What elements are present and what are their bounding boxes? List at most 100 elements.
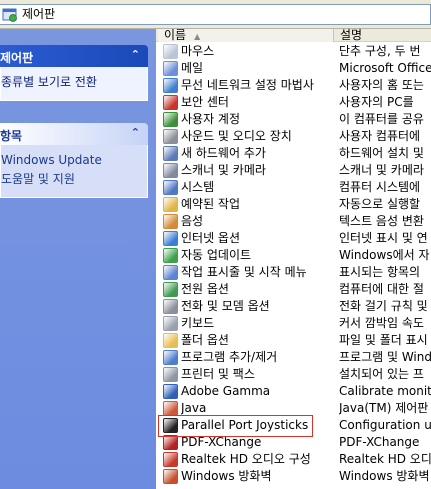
see-also-section-header[interactable]: 항목 ⌃ bbox=[0, 123, 148, 145]
mouse-icon bbox=[163, 44, 178, 59]
item-description: 이 컴퓨터를 공유 bbox=[339, 112, 424, 126]
folder-options-icon bbox=[163, 333, 178, 348]
wireless-network-icon bbox=[163, 78, 178, 93]
automatic-updates-icon bbox=[163, 248, 178, 263]
list-item[interactable]: PDF-XChange PDF-XChange bbox=[156, 434, 431, 451]
section-title: 제어판 bbox=[0, 51, 34, 65]
item-name: 폴더 옵션 bbox=[181, 333, 229, 347]
list-item[interactable]: 예약된 작업 자동으로 실행할 bbox=[156, 196, 431, 213]
list-item[interactable]: Realtek HD 오디오 구성 Realtek HD 오디 bbox=[156, 451, 431, 468]
list-item[interactable]: 스캐너 및 카메라 스캐너 및 카메라 bbox=[156, 162, 431, 179]
item-description: Calibrate monito bbox=[339, 384, 431, 398]
item-description: 사용자의 홈 또는 bbox=[339, 78, 424, 92]
item-name: Adobe Gamma bbox=[181, 384, 271, 398]
see-also-section-body: Windows Update 도움말 및 지원 bbox=[0, 145, 148, 198]
item-name: 사운드 및 오디오 장치 bbox=[181, 129, 292, 143]
system-icon bbox=[163, 180, 178, 195]
list-item[interactable]: 프로그램 추가/제거 프로그램 및 Wind bbox=[156, 349, 431, 366]
item-description: Configuration uti bbox=[339, 418, 431, 432]
list-item[interactable]: 시스템 컴퓨터 시스템에 bbox=[156, 179, 431, 196]
description-column-label: 설명 bbox=[340, 28, 363, 42]
list-item[interactable]: Adobe Gamma Calibrate monito bbox=[156, 383, 431, 400]
power-options-icon bbox=[163, 282, 178, 297]
scanner-camera-icon bbox=[163, 163, 178, 178]
item-description: Windows에서 자 bbox=[339, 248, 430, 262]
mail-icon bbox=[163, 61, 178, 76]
list-item[interactable]: Parallel Port Joysticks Configuration uti bbox=[156, 417, 431, 434]
item-description: Windows 방화벽 bbox=[339, 469, 430, 483]
control-panel-icon bbox=[2, 8, 17, 22]
item-description: Realtek HD 오디 bbox=[339, 452, 431, 466]
help-and-support-link[interactable]: 도움말 및 지원 bbox=[1, 170, 147, 189]
list-item[interactable]: Windows 방화벽 Windows 방화벽 bbox=[156, 468, 431, 485]
sort-ascending-icon: ▲ bbox=[194, 32, 201, 41]
list-item[interactable]: 마우스 단추 구성, 두 번 bbox=[156, 43, 431, 60]
list-item[interactable]: 보안 센터 사용자의 PC를 bbox=[156, 94, 431, 111]
item-description: 커서 깜박임 속도 bbox=[339, 316, 424, 330]
item-description: 컴퓨터 시스템에 bbox=[339, 180, 421, 194]
description-column-header[interactable]: 설명 bbox=[336, 29, 431, 42]
item-description: Microsoft Office bbox=[339, 61, 431, 75]
item-name: 무선 네트워크 설정 마법사 bbox=[181, 78, 314, 92]
taskbar-icon bbox=[163, 265, 178, 280]
add-remove-programs-icon bbox=[163, 350, 178, 365]
see-also-section: 항목 ⌃ Windows Update 도움말 및 지원 bbox=[0, 123, 148, 198]
item-name: 사용자 계정 bbox=[181, 112, 241, 126]
item-name: Parallel Port Joysticks bbox=[181, 418, 309, 432]
list-item[interactable]: 인터넷 옵션 인터넷 표시 및 연 bbox=[156, 230, 431, 247]
item-name: Java bbox=[181, 401, 207, 415]
list-item[interactable]: 폴더 옵션 파일 및 폴더 표시 bbox=[156, 332, 431, 349]
address-field[interactable]: 제어판 bbox=[0, 4, 431, 25]
scheduled-tasks-icon bbox=[163, 197, 178, 212]
item-name: 프린터 및 팩스 bbox=[181, 367, 255, 381]
item-description: 인터넷 표시 및 연 bbox=[339, 231, 428, 245]
security-center-icon bbox=[163, 95, 178, 110]
list-item[interactable]: Java Java(TM) 제어판 bbox=[156, 400, 431, 417]
keyboard-icon bbox=[163, 316, 178, 331]
list-item[interactable]: 무선 네트워크 설정 마법사 사용자의 홈 또는 bbox=[156, 77, 431, 94]
collapse-chevron-icon[interactable]: ⌃ bbox=[131, 126, 140, 139]
control-panel-section-header[interactable]: 제어판 ⌃ bbox=[0, 45, 148, 67]
item-name: 예약된 작업 bbox=[181, 197, 241, 211]
item-description: 프로그램 및 Wind bbox=[339, 350, 431, 364]
item-name: Realtek HD 오디오 구성 bbox=[181, 452, 311, 466]
list-item[interactable]: 전화 및 모뎀 옵션 전화 걸기 규칙 및 bbox=[156, 298, 431, 315]
item-description: 컴퓨터에 대한 절 bbox=[339, 282, 424, 296]
list-item[interactable]: 프린터 및 팩스 설치되어 있는 프 bbox=[156, 366, 431, 383]
list-item[interactable]: 작업 표시줄 및 시작 메뉴 표시되는 항목의 bbox=[156, 264, 431, 281]
item-description: 스캐너 및 카메라 bbox=[339, 163, 424, 177]
list-item[interactable]: 사용자 계정 이 컴퓨터를 공유 bbox=[156, 111, 431, 128]
phone-modem-icon bbox=[163, 299, 178, 314]
java-icon bbox=[163, 401, 178, 416]
item-description: Java(TM) 제어판 bbox=[339, 401, 429, 415]
switch-to-category-view-link[interactable]: 종류별 보기로 전환 bbox=[1, 73, 147, 92]
control-panel-section-body: 종류별 보기로 전환 bbox=[0, 67, 148, 101]
item-name: 마우스 bbox=[181, 44, 215, 58]
item-name: 시스템 bbox=[181, 180, 215, 194]
list-item[interactable]: 사운드 및 오디오 장치 사용자 컴퓨터에 bbox=[156, 128, 431, 145]
sound-icon bbox=[163, 129, 178, 144]
list-item[interactable]: 전원 옵션 컴퓨터에 대한 절 bbox=[156, 281, 431, 298]
internet-options-icon bbox=[163, 231, 178, 246]
collapse-chevron-icon[interactable]: ⌃ bbox=[131, 48, 140, 61]
item-name: PDF-XChange bbox=[181, 435, 262, 449]
list-item[interactable]: 메일 Microsoft Office bbox=[156, 60, 431, 77]
item-name: 인터넷 옵션 bbox=[181, 231, 241, 245]
joystick-icon bbox=[163, 418, 178, 433]
list-item[interactable]: 키보드 커서 깜박임 속도 bbox=[156, 315, 431, 332]
item-name: 음성 bbox=[181, 214, 204, 228]
address-text: 제어판 bbox=[22, 7, 56, 21]
list-item[interactable]: 자동 업데이트 Windows에서 자 bbox=[156, 247, 431, 264]
control-panel-section: 제어판 ⌃ 종류별 보기로 전환 bbox=[0, 45, 148, 101]
item-name: 전원 옵션 bbox=[181, 282, 229, 296]
name-column-header[interactable]: 이름 ▲ bbox=[158, 29, 334, 42]
item-name: 스캐너 및 카메라 bbox=[181, 163, 266, 177]
item-description: 사용자 컴퓨터에 bbox=[339, 129, 421, 143]
item-description: PDF-XChange bbox=[339, 435, 420, 449]
column-header-bar: 이름 ▲ 설명 bbox=[156, 29, 431, 42]
list-item[interactable]: 음성 텍스트 음성 변환 bbox=[156, 213, 431, 230]
windows-update-link[interactable]: Windows Update bbox=[1, 151, 147, 170]
item-name: 프로그램 추가/제거 bbox=[181, 350, 278, 364]
item-description: 자동으로 실행할 bbox=[339, 197, 421, 211]
list-item[interactable]: 새 하드웨어 추가 하드웨어 설치 및 bbox=[156, 145, 431, 162]
